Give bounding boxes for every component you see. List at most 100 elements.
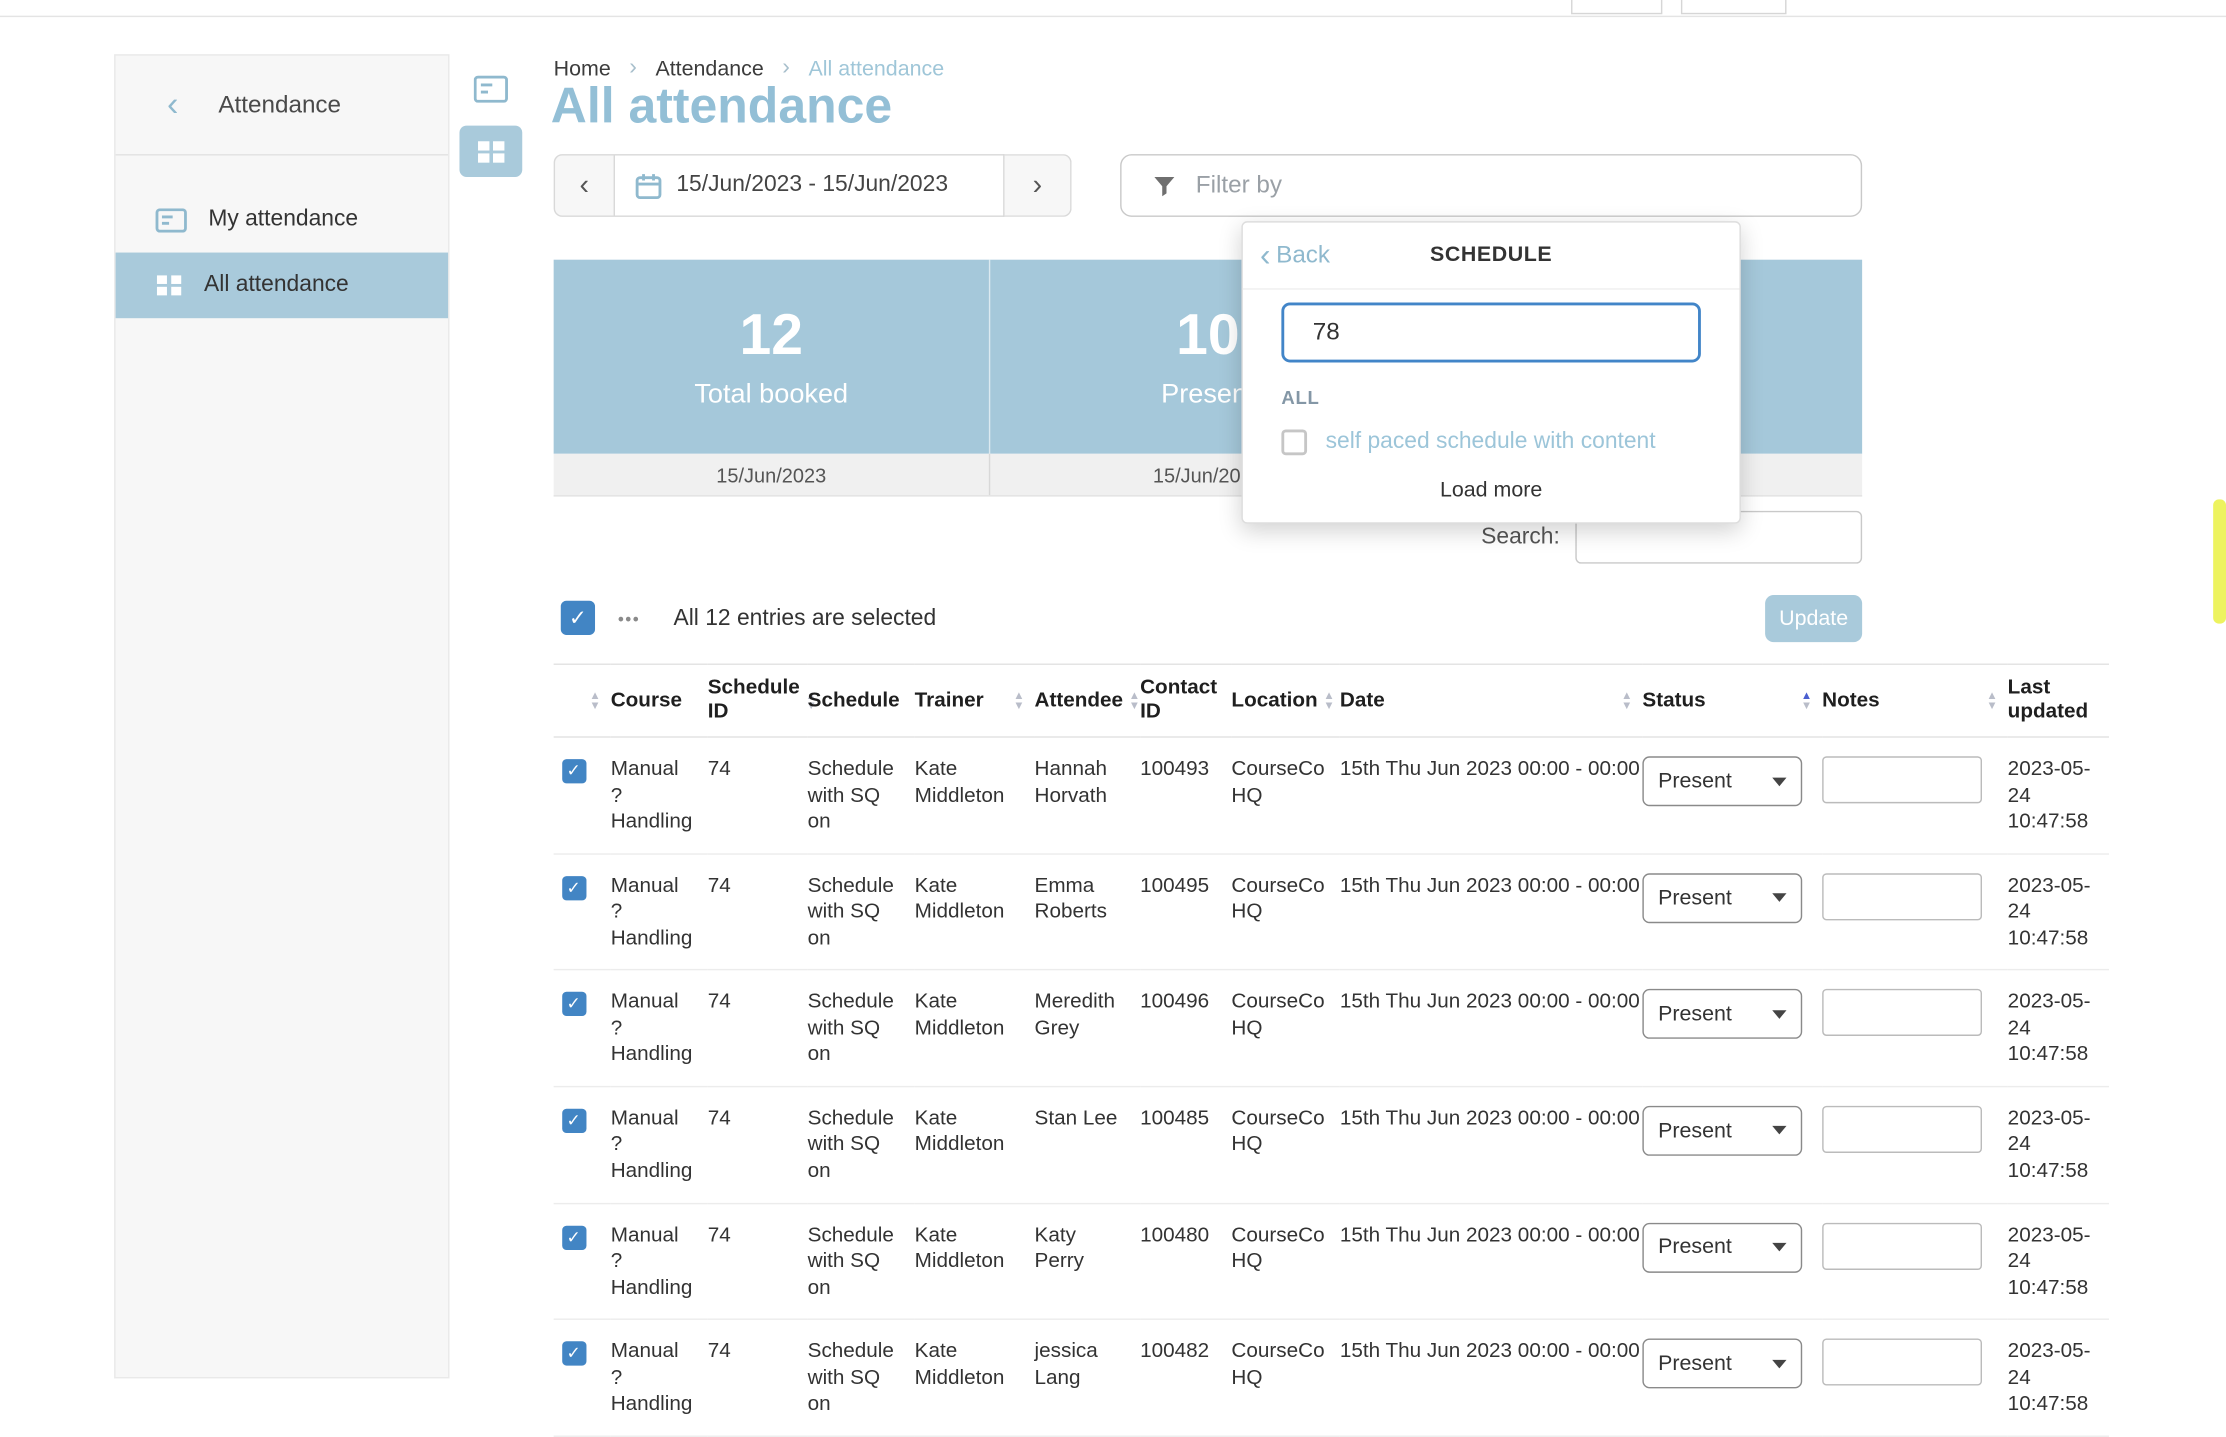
chevron-down-icon: [1772, 1243, 1786, 1252]
chevron-down-icon: [1772, 1126, 1786, 1135]
bulk-actions-menu-icon[interactable]: •••: [618, 609, 640, 629]
chevron-down-icon: [1772, 893, 1786, 902]
filter-input[interactable]: [1193, 170, 1861, 201]
cell-attendee: Stan Lee: [1035, 1086, 1141, 1202]
list-view-button[interactable]: [459, 63, 522, 114]
cell-select: [554, 1203, 611, 1319]
notes-input[interactable]: [1822, 1222, 1982, 1269]
status-dropdown[interactable]: Present: [1642, 989, 1802, 1039]
cell-attendee: Emma Roberts: [1035, 854, 1141, 970]
header-contact-id[interactable]: Contact ID: [1140, 664, 1231, 737]
cell-select: [554, 737, 611, 853]
table-body: Manual ? Handling 74 Schedule with SQ on…: [554, 737, 2109, 1436]
status-dropdown[interactable]: Present: [1642, 1106, 1802, 1156]
header-schedule[interactable]: Schedule: [808, 664, 915, 737]
row-checkbox[interactable]: [562, 1342, 586, 1366]
header-notes[interactable]: Notes▲▼: [1822, 664, 2008, 737]
notes-input[interactable]: [1822, 756, 1982, 803]
status-dropdown[interactable]: Present: [1642, 873, 1802, 923]
cell-last-updated: 2023-05-24 10:47:58: [2008, 737, 2109, 853]
status-dropdown[interactable]: Present: [1642, 1222, 1802, 1272]
notes-input[interactable]: [1822, 1106, 1982, 1153]
card-icon: [474, 75, 508, 102]
grid-view-button[interactable]: [459, 126, 522, 177]
grid-icon: [156, 274, 183, 297]
row-checkbox[interactable]: [562, 1225, 586, 1249]
sort-desc-icon: ▼: [589, 701, 600, 711]
header-select[interactable]: ▲▼: [554, 664, 611, 737]
view-switcher: [459, 63, 522, 177]
cell-schedule: Schedule with SQ on: [808, 1203, 915, 1319]
row-checkbox[interactable]: [562, 759, 586, 783]
update-button[interactable]: Update: [1765, 595, 1862, 642]
cell-trainer: Kate Middleton: [915, 1203, 1035, 1319]
notes-input[interactable]: [1822, 1339, 1982, 1386]
stat-value: 12: [740, 303, 803, 367]
sidebar-item-my-attendance[interactable]: My attendance: [116, 187, 448, 253]
sidebar: ‹ Attendance My attendance All attendanc…: [114, 54, 449, 1378]
header-trainer[interactable]: Trainer▲▼: [915, 664, 1035, 737]
header-status[interactable]: Status▲▼: [1642, 664, 1822, 737]
sidebar-back-chevron-icon[interactable]: ‹: [167, 88, 178, 122]
topbar-fragment-left[interactable]: [1571, 0, 1662, 14]
notes-input[interactable]: [1822, 989, 1982, 1036]
breadcrumb-home[interactable]: Home: [554, 56, 611, 80]
scrollbar-thumb[interactable]: [2213, 499, 2226, 623]
cell-contact-id: 100495: [1140, 854, 1231, 970]
cell-notes: [1822, 970, 2008, 1086]
schedule-filter-popup: ‹ Back SCHEDULE ALL self paced schedule …: [1241, 221, 1740, 524]
status-dropdown[interactable]: Present: [1642, 1339, 1802, 1389]
breadcrumb-attendance[interactable]: Attendance: [655, 56, 763, 80]
option-label[interactable]: self paced schedule with content: [1326, 430, 1656, 456]
topbar-fragment-right[interactable]: [1681, 0, 1787, 14]
chevron-left-icon: ‹: [1260, 240, 1270, 271]
sidebar-header: ‹ Attendance: [116, 56, 448, 156]
header-attendee[interactable]: Attendee▲▼: [1035, 664, 1141, 737]
date-range-field[interactable]: 15/Jun/2023 - 15/Jun/2023: [615, 154, 1005, 217]
cell-course: Manual ? Handling: [611, 854, 708, 970]
notes-input[interactable]: [1822, 873, 1982, 920]
cell-date: 15th Thu Jun 2023 00:00 - 00:00: [1340, 1086, 1643, 1202]
row-checkbox[interactable]: [562, 992, 586, 1016]
attendance-page: ‹ Attendance My attendance All attendanc…: [0, 0, 2226, 1378]
header-last-updated[interactable]: Last updated: [2008, 664, 2109, 737]
row-checkbox[interactable]: [562, 1109, 586, 1133]
popup-back-button[interactable]: ‹ Back: [1260, 223, 1330, 289]
popup-header: ‹ Back SCHEDULE: [1243, 223, 1740, 290]
sort-desc-icon: ▼: [1013, 701, 1024, 711]
cell-course: Manual ? Handling: [611, 1086, 708, 1202]
prev-date-button[interactable]: ‹: [554, 154, 615, 217]
cell-contact-id: 100493: [1140, 737, 1231, 853]
row-checkbox[interactable]: [562, 876, 586, 900]
load-more-button[interactable]: Load more: [1281, 478, 1701, 502]
select-all-checkbox[interactable]: ✓: [561, 601, 595, 635]
header-location[interactable]: Location▲▼: [1231, 664, 1339, 737]
cell-trainer: Kate Middleton: [915, 854, 1035, 970]
breadcrumb: Home › Attendance › All attendance: [554, 56, 944, 82]
table-row: Manual ? Handling 74 Schedule with SQ on…: [554, 970, 2109, 1086]
chevron-left-icon: ‹: [580, 169, 590, 202]
header-date[interactable]: Date▲▼: [1340, 664, 1643, 737]
page-title: All attendance: [551, 78, 892, 135]
stat-label: Total booked: [694, 379, 848, 410]
cell-location: CourseCo HQ: [1231, 854, 1339, 970]
chevron-right-icon: ›: [782, 56, 790, 82]
popup-body: ALL self paced schedule with content Loa…: [1243, 290, 1740, 523]
header-course[interactable]: Course: [611, 664, 708, 737]
schedule-search-input[interactable]: [1281, 303, 1701, 363]
table-row: Manual ? Handling 74 Schedule with SQ on…: [554, 737, 2109, 853]
cell-date: 15th Thu Jun 2023 00:00 - 00:00: [1340, 1203, 1643, 1319]
next-date-button[interactable]: ›: [1005, 154, 1072, 217]
option-checkbox[interactable]: [1281, 430, 1307, 456]
cell-last-updated: 2023-05-24 10:47:58: [2008, 1086, 2109, 1202]
cell-notes: [1822, 1203, 2008, 1319]
sidebar-item-all-attendance[interactable]: All attendance: [116, 253, 448, 319]
cell-date: 15th Thu Jun 2023 00:00 - 00:00: [1340, 854, 1643, 970]
status-dropdown[interactable]: Present: [1642, 756, 1802, 806]
cell-contact-id: 100485: [1140, 1086, 1231, 1202]
cell-status: Present: [1642, 970, 1822, 1086]
sidebar-items: My attendance All attendance: [116, 187, 448, 318]
sidebar-title: Attendance: [218, 91, 341, 120]
header-schedule-id[interactable]: Schedule ID▲▼: [708, 664, 808, 737]
cell-last-updated: 2023-05-24 10:47:58: [2008, 970, 2109, 1086]
